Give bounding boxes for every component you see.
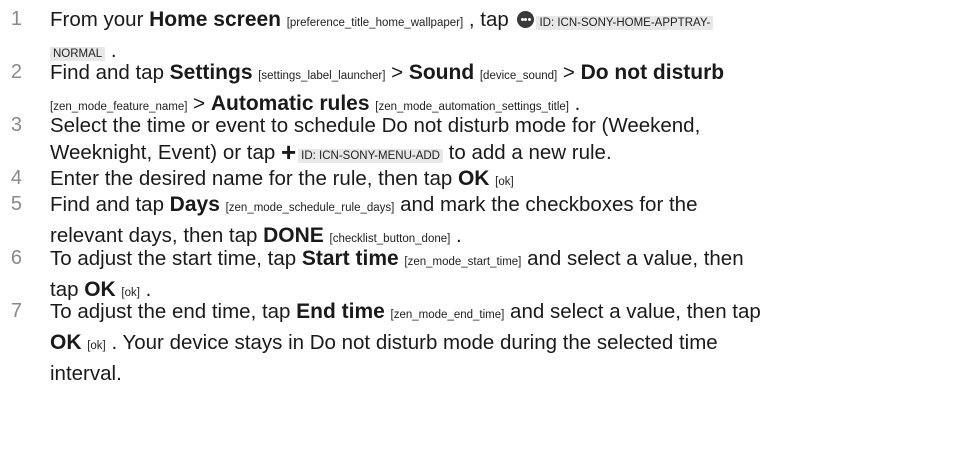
ui-term: Days [169, 193, 220, 216]
text-run: To adjust the end time, tap [50, 300, 297, 323]
step-line: Find and tap Settings [settings_label_la… [50, 59, 970, 90]
text-run: Find and tap [50, 61, 170, 84]
step-text: Find and tap Days [zen_mode_schedule_rul… [50, 191, 970, 253]
string-key: [preference_title_home_wallpaper] [286, 17, 464, 29]
text-run: . Your device stays in Do not disturb mo… [105, 331, 718, 354]
step-number: 6 [10, 247, 22, 269]
ui-term: DONE [263, 224, 324, 247]
ui-term: Sound [408, 61, 475, 84]
text-run: relevant days, then tap [50, 224, 264, 247]
app-tray-icon [517, 11, 535, 28]
string-key: [checklist_button_done] [329, 233, 451, 245]
step-number: 1 [10, 8, 22, 30]
step-line: OK [ok] . Your device stays in Do not di… [50, 329, 970, 360]
step-number: 7 [10, 300, 22, 322]
text-run: and select a value, then tap [504, 300, 761, 323]
text-run: and select a value, then [521, 247, 744, 270]
string-key: [zen_mode_start_time] [404, 256, 522, 268]
ui-term: Do not disturb [580, 61, 725, 84]
step-line: To adjust the start time, tap Start time… [50, 245, 970, 276]
text-run: To adjust the start time, tap [50, 247, 302, 270]
text-run: Weeknight, Event) or tap [50, 141, 281, 164]
ui-term: OK [457, 167, 490, 190]
string-key: [settings_label_launcher] [258, 70, 386, 82]
text-run: and mark the checkboxes for the [394, 193, 698, 216]
string-key: [zen_mode_end_time] [390, 309, 505, 321]
ui-term: Home screen [149, 8, 282, 31]
icon-id-label: ID: ICN-SONY-MENU-ADD [298, 149, 443, 163]
step-line: From your Home screen [preference_title_… [50, 6, 970, 37]
add-icon: + [280, 137, 297, 167]
step-number: 4 [10, 167, 22, 189]
ui-term: OK [50, 331, 82, 354]
step-text: To adjust the end time, tap End time [ze… [50, 298, 970, 387]
ui-term: End time [296, 300, 385, 323]
step-number: 3 [10, 114, 22, 136]
text-run: From your [50, 8, 150, 31]
text-run: . [450, 224, 462, 247]
string-key: [device_sound] [479, 70, 558, 82]
text-run: > [557, 61, 581, 84]
step-number: 2 [10, 61, 22, 83]
text-run: > [385, 61, 409, 84]
text-run: Find and tap [50, 193, 170, 216]
text-run: , tap [463, 8, 515, 31]
ui-term: Start time [301, 247, 399, 270]
step-line: Find and tap Days [zen_mode_schedule_rul… [50, 191, 970, 222]
step-line: Select the time or event to schedule Do … [50, 112, 970, 139]
text-run: to add a new rule. [442, 141, 612, 164]
step-text: Select the time or event to schedule Do … [50, 112, 970, 170]
instruction-steps: 1 From your Home screen [preference_titl… [0, 0, 976, 459]
step-number: 5 [10, 193, 22, 215]
string-key: [ok] [495, 176, 514, 188]
text-run: Enter the desired name for the rule, the… [50, 167, 458, 190]
text-run: Select the time or event to schedule Do … [50, 114, 701, 137]
string-key: [zen_mode_schedule_rule_days] [225, 202, 395, 214]
string-key: [ok] [87, 340, 106, 352]
step-line: interval. [50, 360, 970, 387]
text-run: interval. [50, 362, 122, 385]
step-line: To adjust the end time, tap End time [ze… [50, 298, 970, 329]
ui-term: Settings [169, 61, 253, 84]
icon-id-label: ID: ICN-SONY-HOME-APPTRAY- [536, 16, 714, 30]
